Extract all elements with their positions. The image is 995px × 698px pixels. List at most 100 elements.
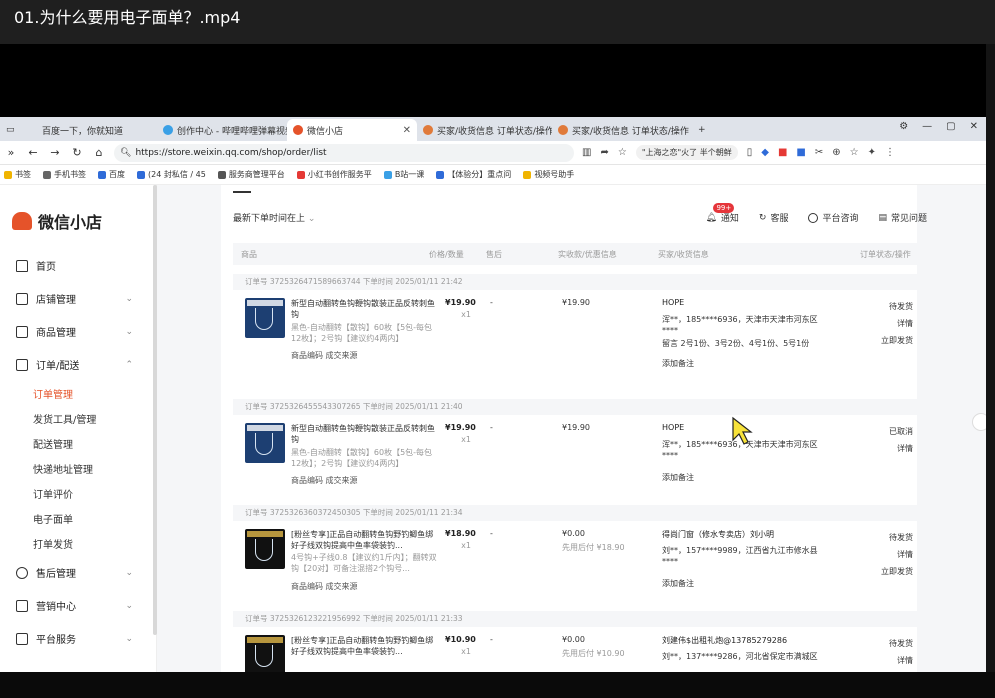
sidebar-sub-e-waybill[interactable]: 电子面单 [0,506,157,531]
tab-order-1[interactable]: 买家/收货信息 订单状态/操作 订 [417,119,552,141]
sidebar-toggle[interactable]: ▭ [0,119,22,141]
after-sales: - [490,635,493,644]
back-icon[interactable]: ← [26,146,40,159]
product-title[interactable]: 新型自动翻转鱼钩鞭钩散装正品反转刺鱼钩 [291,298,437,320]
bookmarks-bar: 书签 手机书签 百度 (24 封私信 / 45 服务商管理平台 小红书创作服务平… [0,165,986,185]
menu-icon[interactable]: ⋮ [885,147,895,158]
product-links[interactable]: 商品编码 成交来源 [291,350,358,361]
detail-link[interactable]: 详情 [881,315,913,332]
shop-logo-icon [12,212,32,230]
detail-link[interactable]: 详情 [889,652,913,669]
tab-baidu[interactable]: 百度一下，你就知道 [22,119,157,141]
float-chat-button[interactable] [972,413,986,431]
sidebar-item-home[interactable]: 首页 [0,249,157,282]
minimize-icon[interactable]: — [922,121,932,132]
sidebar-item-after-sales[interactable]: 售后管理 ⌄ [0,556,157,589]
ship-now-link[interactable]: 立即发货 [881,563,913,580]
product-links[interactable]: 商品编码 成交来源 [291,475,358,486]
buyer-note: 留言 2号1份、3号2份、4号1份、5号1份 [662,339,810,348]
product-thumbnail[interactable] [245,635,285,672]
extension-icon[interactable]: ⊕ [832,147,840,158]
video-title: 01.为什么要用电子面单？.mp4 [14,8,241,27]
bookmark-item[interactable]: 服务商管理平台 [217,169,285,180]
forward-icon[interactable]: → [48,146,62,159]
share-icon[interactable]: ➦ [600,147,608,158]
reader-icon[interactable]: ▥ [582,147,591,158]
paid-amount: ¥0.00 [562,529,585,538]
extension-icon[interactable]: ◆ [761,147,769,158]
tab-weixin-store[interactable]: 微信小店 ✕ [287,119,417,141]
bookmark-item[interactable]: 百度 [98,169,125,180]
sidebar-item-platform-service[interactable]: 平台服务 ⌄ [0,622,157,655]
sidebar-item-store[interactable]: 店铺管理 ⌄ [0,282,157,315]
settings-icon[interactable]: ⚙ [899,121,908,132]
new-tab-button[interactable]: + [692,119,716,141]
tab-label: 创作中心 - 哔哩哔哩弹幕视频网 [177,126,287,137]
sidebar-item-marketing[interactable]: 营销中心 ⌄ [0,589,157,622]
maximize-icon[interactable]: ▢ [946,121,955,132]
bookmark-item[interactable]: 书签 [4,169,31,180]
add-note-link[interactable]: 添加备注 [662,472,694,483]
bookmark-item[interactable]: (24 封私信 / 45 [137,169,206,180]
service-button[interactable]: ↻ 客服 [759,211,789,225]
double-chevron-icon[interactable]: » [4,146,18,159]
sidebar-sub-delivery[interactable]: 配送管理 [0,431,157,456]
sidebar-sub-reviews[interactable]: 订单评价 [0,481,157,506]
extension-icon[interactable]: ■ [778,147,787,158]
bookmark-item[interactable]: 视频号助手 [523,169,574,180]
notice-button[interactable]: 🔔︎ 99+ 通知 [705,203,739,224]
product-title[interactable]: [粉丝专享]正品自动翻转鱼钩野钓鲫鱼绑好子线双钩提高中鱼率袋装钓... [291,635,437,657]
product-thumbnail[interactable] [245,529,285,569]
add-note-link[interactable]: 添加备注 [662,358,694,369]
window-close-icon[interactable]: ✕ [970,121,978,132]
product-title[interactable]: [粉丝专享]正品自动翻转鱼钩野钓鲫鱼绑好子线双钩提高中鱼率袋装钓... [291,529,437,551]
product-title[interactable]: 新型自动翻转鱼钩鞭钩散装正品反转刺鱼钩 [291,423,437,445]
detail-link[interactable]: 详情 [881,546,913,563]
product-thumbnail[interactable] [245,423,285,463]
hot-search-pill[interactable]: "上海之恋"火了 半个朝鲜 [635,145,738,160]
phone-icon[interactable]: ▯ [747,147,753,158]
bookmark-item[interactable]: 手机书签 [43,169,86,180]
sidebar-sub-express-address[interactable]: 快递地址管理 [0,456,157,481]
star-icon [4,170,12,179]
star-icon[interactable]: ☆ [618,147,627,158]
url-text: https://store.weixin.qq.com/shop/order/l… [135,147,327,158]
tab-order-2[interactable]: 买家/收货信息 订单状态/操作 订 [552,119,692,141]
tab-label: 微信小店 [307,126,344,137]
bookmark-item[interactable]: B站一课 [383,169,424,180]
reload-icon[interactable]: ↻ [70,146,84,159]
unit-price: ¥10.90 [445,635,476,644]
add-note-link[interactable]: 添加备注 [662,578,694,589]
product-thumbnail[interactable] [245,298,285,338]
faq-button[interactable]: ▤ 常见问题 [878,211,927,225]
bookmark-label: 视频号助手 [534,170,575,179]
screenshot-icon[interactable]: ✂ [815,147,823,158]
sidebar-sub-shipping-tools[interactable]: 发货工具/管理 [0,406,157,431]
buyer-name: 得尚门窗（修水专卖店）刘小明 [662,530,774,539]
ai-icon[interactable]: ✦ [868,147,876,158]
consult-button[interactable]: 平台咨询 [808,211,858,224]
brand-logo[interactable]: 微信小店 [12,209,102,233]
sort-dropdown[interactable]: 最新下单时间在上 ⌄ [233,191,315,224]
buyer-name: HOPE [662,423,685,432]
ship-now-link[interactable]: 立即发货 [881,332,913,349]
bookmark-label: 手机书签 [54,170,86,179]
home-icon[interactable]: ⌂ [92,146,106,159]
buyer-address: 浑**，185****6936，天津市天津市河东区**** [662,315,818,335]
chevron-down-icon: ⌄ [125,633,133,644]
tab-bilibili[interactable]: 创作中心 - 哔哩哔哩弹幕视频网 [157,119,287,141]
close-icon[interactable]: ✕ [403,125,411,136]
tab-favicon-icon [558,125,568,135]
bookmark-item[interactable]: 小红书创作服务平 [296,169,372,180]
player-edge [986,44,995,698]
product-links[interactable]: 商品编码 成交来源 [291,581,358,592]
sidebar-sub-order-manage[interactable]: 订单管理 [0,381,157,406]
sidebar-item-products[interactable]: 商品管理 ⌄ [0,315,157,348]
url-field[interactable]: 🔍︎ https://store.weixin.qq.com/shop/orde… [114,143,574,162]
bookmark-item[interactable]: 【体验分】重点问 [436,169,511,180]
detail-link[interactable]: 详情 [889,440,913,457]
sidebar-item-orders[interactable]: 订单/配送 ⌃ [0,348,157,381]
extension-icon[interactable]: ■ [796,147,805,158]
sidebar-sub-print-ship[interactable]: 打单发货 [0,531,157,556]
favorites-icon[interactable]: ☆ [850,147,859,158]
